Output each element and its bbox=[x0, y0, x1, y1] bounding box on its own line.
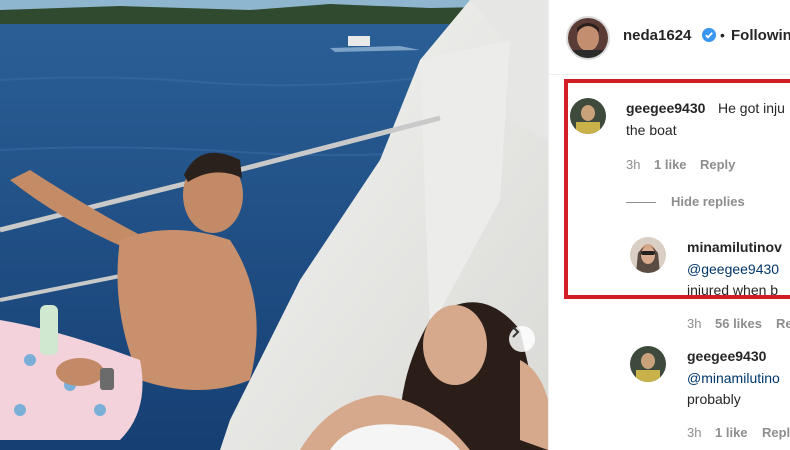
comment-likes[interactable]: 1 like bbox=[654, 157, 687, 172]
comment-time: 3h bbox=[626, 157, 641, 172]
reply-likes[interactable]: 56 likes bbox=[715, 316, 762, 331]
reply-avatar[interactable] bbox=[630, 346, 666, 382]
reply-reply-button[interactable]: Rep bbox=[776, 316, 790, 331]
post-photo[interactable] bbox=[0, 0, 548, 450]
comment-text-continued: the boat bbox=[626, 122, 677, 138]
reply-avatar[interactable] bbox=[630, 237, 666, 273]
reply-time: 3h bbox=[687, 425, 702, 440]
post-header: neda1624 • Followin bbox=[549, 0, 790, 75]
author-username[interactable]: neda1624 bbox=[623, 27, 691, 44]
next-photo-button[interactable] bbox=[509, 326, 535, 352]
verified-badge-icon bbox=[702, 28, 716, 42]
reply-mention-link[interactable]: @minamilutino bbox=[687, 369, 780, 387]
hide-replies-line bbox=[626, 202, 656, 203]
reply-time: 3h bbox=[687, 316, 702, 331]
reply-text: injured when b bbox=[687, 282, 779, 298]
reply-likes[interactable]: 1 like bbox=[715, 425, 748, 440]
comments-panel: neda1624 • Followin geegee9430 He got in… bbox=[548, 0, 790, 450]
reply-reply-button[interactable]: Repl bbox=[762, 425, 790, 440]
comment-username[interactable]: geegee9430 bbox=[626, 100, 705, 116]
reply-username[interactable]: minamilutinov bbox=[687, 239, 782, 255]
chevron-right-icon bbox=[512, 326, 520, 338]
following-button[interactable]: Followin bbox=[731, 27, 790, 44]
reply-mention-link[interactable]: @geegee9430 bbox=[687, 260, 779, 278]
comment-reply-button[interactable]: Reply bbox=[700, 157, 735, 172]
reply-username[interactable]: geegee9430 bbox=[687, 348, 766, 364]
commenter-avatar[interactable] bbox=[570, 98, 606, 134]
author-avatar[interactable] bbox=[566, 16, 610, 60]
boat-photo-illustration bbox=[0, 0, 548, 450]
hide-replies-button[interactable]: Hide replies bbox=[671, 194, 745, 209]
reply-text: probably bbox=[687, 391, 741, 407]
comment-text: He got inju bbox=[718, 100, 785, 116]
separator-dot: • bbox=[720, 27, 725, 43]
